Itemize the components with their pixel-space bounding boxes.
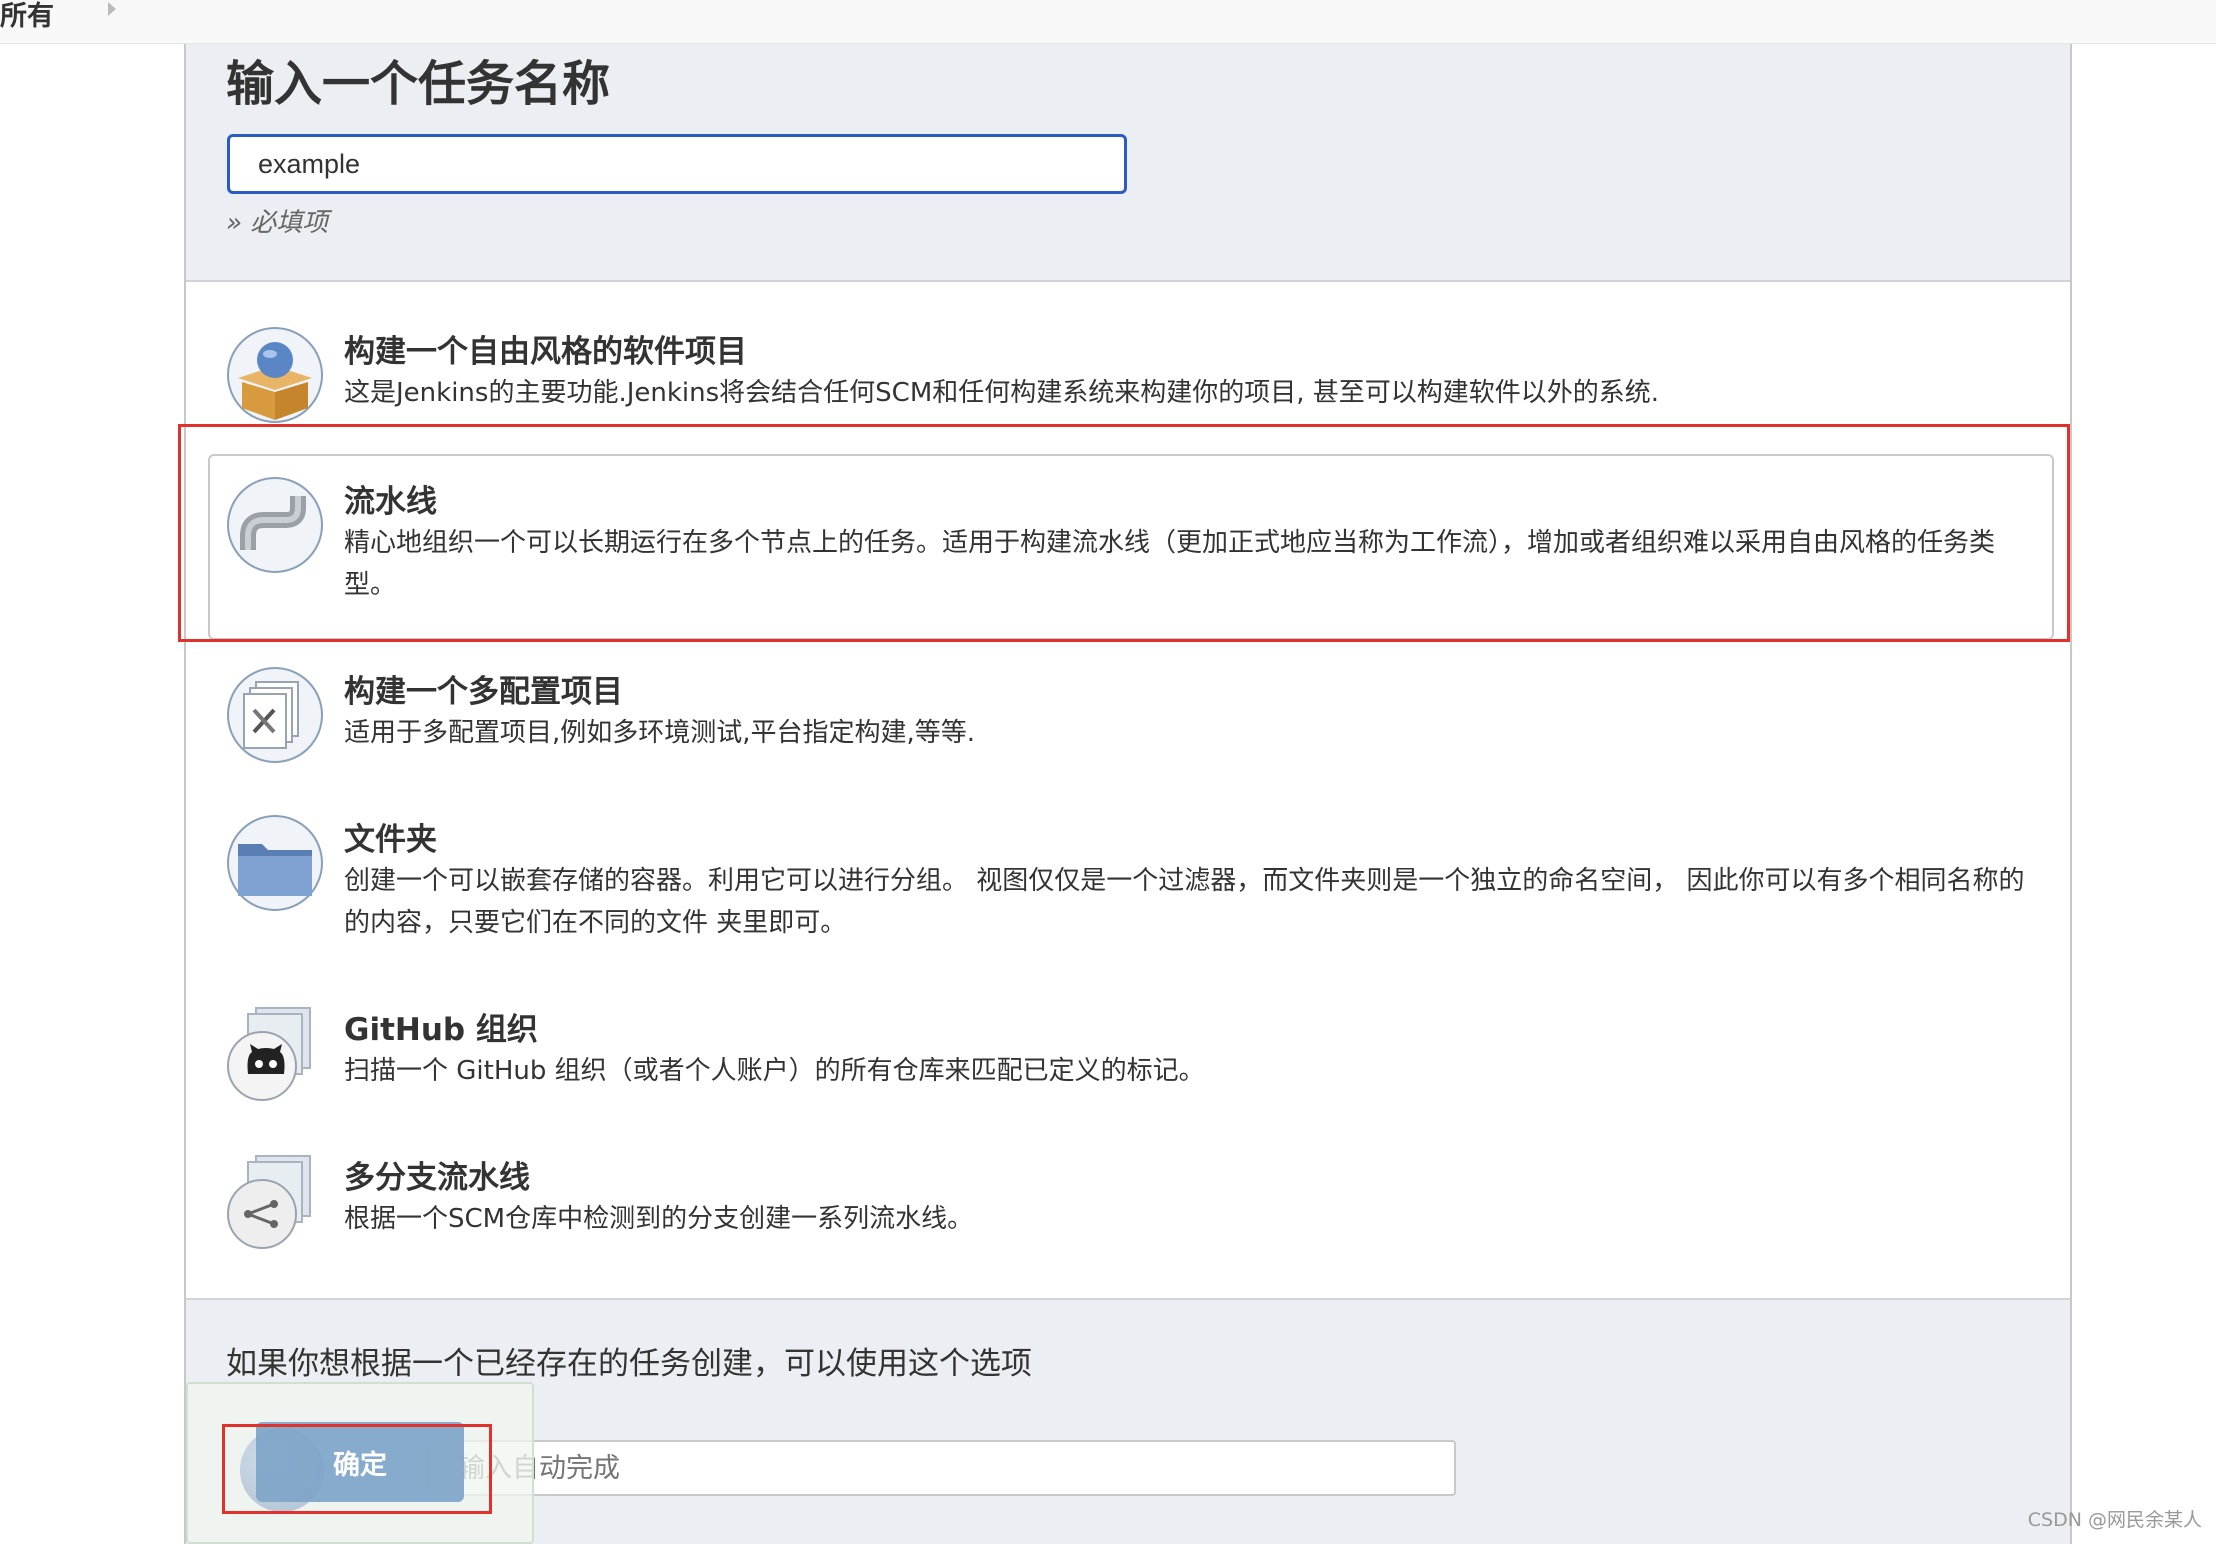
multi-config-icon: [227, 667, 323, 763]
github-org-icon: [227, 1007, 311, 1101]
copy-from-label: 如果你想根据一个已经存在的任务创建，可以使用这个选项: [226, 1346, 1032, 1382]
item-description: 创建一个可以嵌套存储的容器。利用它可以进行分组。 视图仅仅是一个过滤器，而文件夹…: [344, 866, 2025, 938]
ok-button[interactable]: 确定: [256, 1422, 464, 1502]
item-title: GitHub 组织: [344, 1012, 538, 1048]
item-title: 多分支流水线: [344, 1160, 530, 1196]
item-description: 精心地组织一个可以长期运行在多个节点上的任务。适用于构建流水线（更加正式地应当称…: [344, 528, 1996, 600]
item-title: 文件夹: [344, 822, 437, 858]
item-name-section: 输入一个任务名称 » 必填项: [186, 44, 2070, 282]
item-description: 这是Jenkins的主要功能.Jenkins将会结合任何SCM和任何构建系统来构…: [344, 378, 1660, 408]
required-hint: » 必填项: [226, 208, 329, 238]
item-name-input[interactable]: [227, 134, 1127, 194]
breadcrumb-arrow-icon[interactable]: [108, 2, 116, 16]
multibranch-icon: [227, 1155, 311, 1249]
watermark: CSDN @网民余某人: [2027, 1509, 2202, 1531]
new-item-panel: 输入一个任务名称 » 必填项 构建一个自由风格的软件项目 这是Jenkins的主…: [184, 44, 2072, 1544]
item-description: 扫描一个 GitHub 组织（或者个人账户）的所有仓库来匹配已定义的标记。: [344, 1056, 1205, 1086]
item-description: 适用于多配置项目,例如多环境测试,平台指定构建,等等.: [344, 718, 976, 748]
item-title: 构建一个自由风格的软件项目: [344, 334, 747, 370]
item-title: 流水线: [344, 484, 437, 520]
folder-icon: [227, 815, 323, 911]
pipe-icon: [227, 477, 323, 573]
breadcrumb-all-link[interactable]: 所有: [0, 0, 54, 33]
copy-from-input[interactable]: [428, 1440, 1456, 1496]
breadcrumb: 所有: [0, 0, 2216, 44]
item-title: 构建一个多配置项目: [344, 674, 623, 710]
item-description: 根据一个SCM仓库中检测到的分支创建一系列流水线。: [344, 1204, 974, 1234]
freestyle-box-icon: [227, 327, 323, 423]
page-title: 输入一个任务名称: [226, 56, 611, 112]
